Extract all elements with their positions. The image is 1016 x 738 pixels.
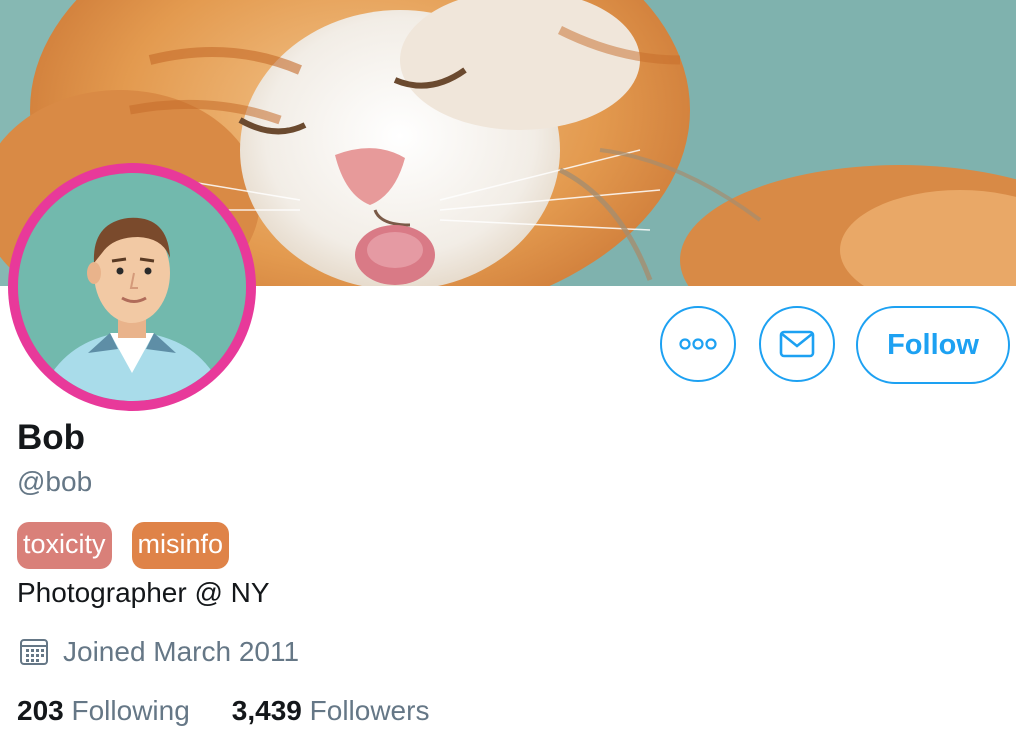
followers-count: 3,439	[231, 695, 302, 726]
followers-label: Followers	[309, 695, 430, 726]
label-tags: toxicity misinfo	[17, 522, 230, 569]
followers-stat[interactable]: 3,439 Followers	[232, 695, 430, 727]
display-name: Bob	[17, 418, 86, 457]
follow-button[interactable]: Follow	[856, 306, 1010, 384]
following-stat[interactable]: 203 Following	[17, 695, 190, 727]
following-label: Following	[71, 695, 190, 726]
message-button[interactable]	[759, 306, 835, 382]
man-avatar-illustration	[18, 173, 246, 401]
more-horizontal-icon	[679, 338, 717, 350]
following-count: 203	[17, 695, 64, 726]
profile-bio: Photographer @ NY	[17, 577, 270, 608]
more-options-button[interactable]	[660, 306, 736, 382]
join-date: Joined March 2011	[19, 636, 299, 668]
user-handle: @bob	[17, 466, 93, 497]
avatar[interactable]	[8, 163, 256, 411]
join-date-text: Joined March 2011	[63, 636, 300, 667]
follow-stats: 203 Following 3,439 Followers	[17, 695, 471, 727]
calendar-icon	[20, 639, 48, 665]
tag-misinfo[interactable]: misinfo	[131, 522, 230, 569]
avatar-image	[18, 173, 246, 401]
tag-toxicity[interactable]: toxicity	[17, 522, 112, 569]
envelope-icon	[779, 330, 815, 358]
